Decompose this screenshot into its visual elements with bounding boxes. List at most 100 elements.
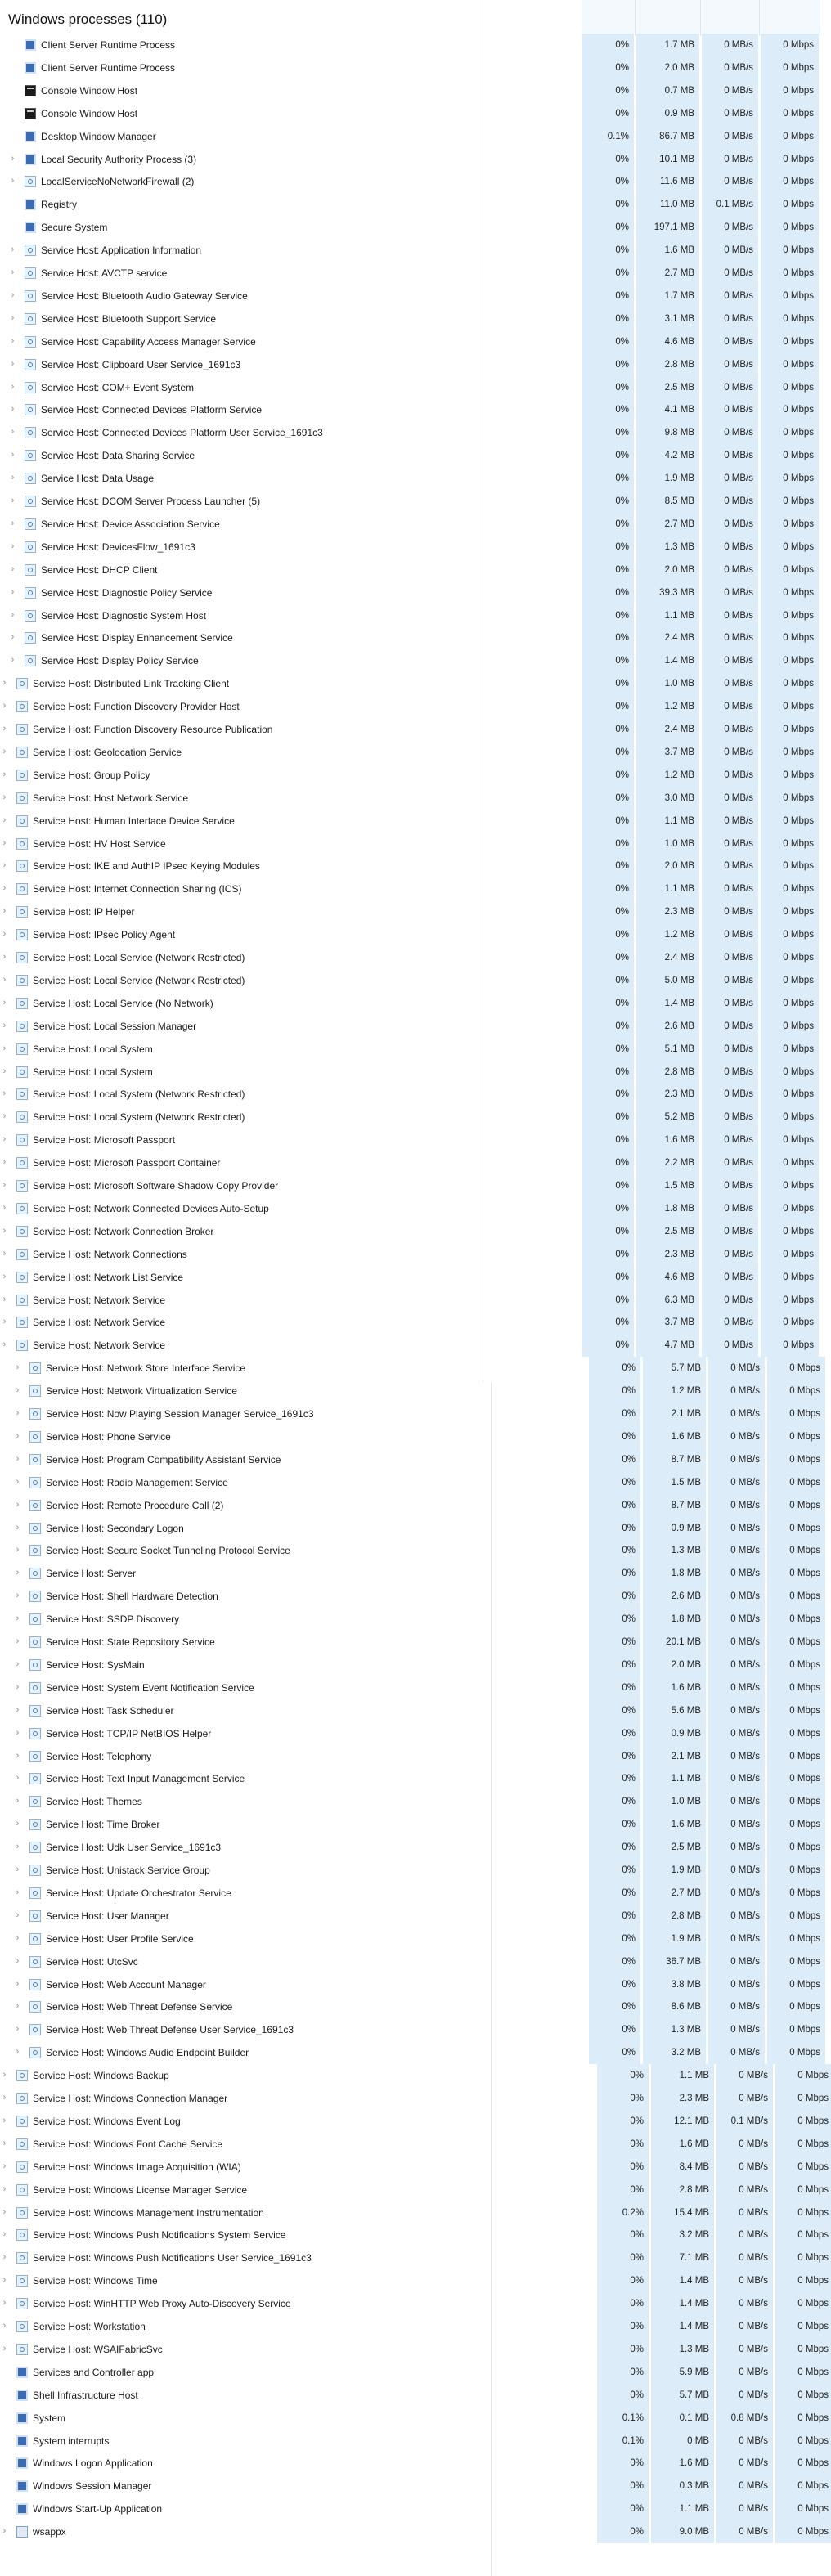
chevron-right-icon[interactable] — [2, 908, 7, 913]
chevron-right-icon[interactable] — [10, 520, 16, 526]
process-row[interactable]: Service Host: Web Threat Defense User Se… — [0, 2018, 831, 2041]
process-row[interactable]: Service Host: Display Policy Service 0%1.… — [0, 649, 831, 672]
chevron-right-icon[interactable] — [10, 384, 16, 389]
process-row[interactable]: wsappx 0%9.0 MB0 MB/s0 Mbps — [0, 2520, 831, 2543]
chevron-right-icon[interactable] — [2, 1113, 7, 1119]
chevron-right-icon[interactable] — [15, 1912, 20, 1918]
chevron-right-icon[interactable] — [2, 680, 7, 685]
process-row[interactable]: Service Host: Task Scheduler 0%5.6 MB0 MB… — [0, 1699, 831, 1722]
process-row[interactable]: Service Host: HV Host Service0%1.0 MB0 M… — [0, 832, 831, 855]
chevron-right-icon[interactable] — [2, 885, 7, 891]
process-row[interactable]: Secure System 0% 197.1 MB 0 MB/s 0 Mbps — [0, 216, 831, 239]
process-row[interactable]: Service Host: Workstation 0%1.4 MB0 MB/s0… — [0, 2315, 831, 2338]
chevron-right-icon[interactable] — [2, 2231, 7, 2237]
process-row[interactable]: Service Host: Device Association Service… — [0, 513, 831, 536]
process-row[interactable]: Windows Logon Application 0% 1.6 MB 0 MB/s 0… — [0, 2452, 831, 2475]
process-row[interactable]: Service Host: Connected Devices Platform… — [0, 398, 831, 421]
chevron-right-icon[interactable] — [2, 2186, 7, 2192]
chevron-right-icon[interactable] — [15, 1775, 20, 1780]
process-row[interactable]: Service Host: Network List Service 0%4.6 … — [0, 1266, 831, 1289]
process-row[interactable]: Windows Start-Up Application 0% 1.1 MB 0 MB… — [0, 2497, 831, 2520]
chevron-right-icon[interactable] — [2, 702, 7, 708]
chevron-right-icon[interactable] — [2, 1090, 7, 1096]
chevron-right-icon[interactable] — [2, 1159, 7, 1165]
process-row[interactable]: Service Host: Bluetooth Support Service 0… — [0, 307, 831, 330]
chevron-right-icon[interactable] — [10, 451, 16, 457]
process-row[interactable]: Service Host: Windows Time 0%1.4 MB0 MB/s… — [0, 2269, 831, 2292]
process-row[interactable]: Service Host: Windows Audio Endpoint Bui… — [0, 2041, 831, 2064]
process-row[interactable]: Service Host: Data Sharing Service 0%4.2 … — [0, 444, 831, 467]
chevron-right-icon[interactable] — [2, 2209, 7, 2215]
process-row[interactable]: LocalServiceNoNetworkFirewall (2) 0%11.6 … — [0, 170, 831, 193]
chevron-right-icon[interactable] — [15, 1935, 20, 1941]
process-row[interactable]: Service Host: State Repository Service 0%… — [0, 1631, 831, 1654]
process-row[interactable]: Service Host: Group Policy 0%1.2 MB0 MB/s… — [0, 764, 831, 787]
process-row[interactable]: Service Host: Display Enhancement Servic… — [0, 626, 831, 649]
chevron-right-icon[interactable] — [15, 1820, 20, 1826]
process-row[interactable]: Service Host: UtcSvc 0%36.7 MB0 MB/s0 Mbp… — [0, 1950, 831, 1973]
process-row[interactable]: Service Host: IP Helper 0%2.3 MB0 MB/s0 M… — [0, 900, 831, 923]
chevron-right-icon[interactable] — [2, 1273, 7, 1279]
chevron-right-icon[interactable] — [15, 1433, 20, 1438]
chevron-right-icon[interactable] — [10, 474, 16, 480]
process-row[interactable]: Service Host: Geolocation Service 0%3.7 M… — [0, 741, 831, 764]
process-row[interactable]: Service Host: Windows Font Cache Service… — [0, 2133, 831, 2156]
process-row[interactable]: Service Host: Microsoft Passport 0%1.6 MB… — [0, 1129, 831, 1151]
chevron-right-icon[interactable] — [15, 1889, 20, 1895]
process-row[interactable]: Service Host: WinHTTP Web Proxy Auto-Dis… — [0, 2292, 831, 2315]
chevron-right-icon[interactable] — [2, 931, 7, 936]
chevron-right-icon[interactable] — [2, 1068, 7, 1074]
process-row[interactable]: System 0.1% 0.1 MB 0.8 MB/s 0 Mbps — [0, 2407, 831, 2430]
process-row[interactable]: Service Host: Application Information 0%1… — [0, 239, 831, 262]
chevron-right-icon[interactable] — [15, 1364, 20, 1370]
chevron-right-icon[interactable] — [10, 429, 16, 434]
process-row[interactable]: Desktop Window Manager 0.1% 86.7 MB 0 MB/s 0… — [0, 125, 831, 148]
process-row[interactable]: Service Host: Now Playing Session Manage… — [0, 1402, 831, 1425]
chevron-right-icon[interactable] — [2, 1227, 7, 1233]
chevron-right-icon[interactable] — [15, 1661, 20, 1667]
chevron-right-icon[interactable] — [10, 634, 16, 640]
chevron-right-icon[interactable] — [2, 2117, 7, 2123]
chevron-right-icon[interactable] — [2, 999, 7, 1005]
process-row[interactable]: Service Host: Windows Connection Manager… — [0, 2087, 831, 2110]
chevron-right-icon[interactable] — [15, 1615, 20, 1621]
chevron-right-icon[interactable] — [15, 1410, 20, 1416]
process-row[interactable]: Service Host: Local System (Network Rest… — [0, 1083, 831, 1106]
chevron-right-icon[interactable] — [2, 1341, 7, 1347]
process-row[interactable]: Service Host: TCP/IP NetBIOS Helper 0%0.9… — [0, 1722, 831, 1745]
process-row[interactable]: Service Host: Distributed Link Tracking … — [0, 672, 831, 695]
chevron-right-icon[interactable] — [15, 1958, 20, 1963]
process-row[interactable]: Service Host: Bluetooth Audio Gateway Se… — [0, 285, 831, 307]
process-row[interactable]: Service Host: Network Connected Devices … — [0, 1197, 831, 1220]
process-row[interactable]: Service Host: Update Orchestrator Servic… — [0, 1882, 831, 1905]
process-row[interactable]: Service Host: SysMain 0%2.0 MB0 MB/s0 Mbp… — [0, 1654, 831, 1676]
chevron-right-icon[interactable] — [2, 2322, 7, 2328]
chevron-right-icon[interactable] — [15, 2026, 20, 2031]
process-row[interactable]: Service Host: Text Input Management Serv… — [0, 1767, 831, 1790]
process-row[interactable]: Service Host: SSDP Discovery 0%1.8 MB0 MB… — [0, 1608, 831, 1631]
chevron-right-icon[interactable] — [2, 771, 7, 777]
chevron-right-icon[interactable] — [2, 1296, 7, 1302]
process-row[interactable]: Service Host: Remote Procedure Call (2) 0… — [0, 1494, 831, 1517]
chevron-right-icon[interactable] — [2, 2254, 7, 2260]
process-row[interactable]: Service Host: Shell Hardware Detection 0%… — [0, 1585, 831, 1608]
process-row[interactable]: Service Host: Network Service0%4.7 MB0 M… — [0, 1334, 831, 1357]
chevron-right-icon[interactable] — [2, 2277, 7, 2282]
process-row[interactable]: Service Host: Local System (Network Rest… — [0, 1106, 831, 1129]
process-row[interactable]: Service Host: DevicesFlow_1691c3 0%1.3 MB… — [0, 536, 831, 559]
chevron-right-icon[interactable] — [2, 1205, 7, 1210]
process-row[interactable]: Service Host: Secure Socket Tunneling Pr… — [0, 1539, 831, 1562]
memory-column-header[interactable] — [636, 0, 701, 36]
process-row[interactable]: Console Window Host 0% 0.9 MB 0 MB/s 0 Mbps — [0, 102, 831, 125]
process-row[interactable]: Service Host: Radio Management Service 0%… — [0, 1471, 831, 1494]
chevron-right-icon[interactable] — [10, 657, 16, 662]
process-row[interactable]: Service Host: Unistack Service Group 0%1.… — [0, 1859, 831, 1882]
process-row[interactable]: Service Host: Secondary Logon0%0.9 MB0 M… — [0, 1517, 831, 1540]
chevron-right-icon[interactable] — [2, 725, 7, 731]
chevron-right-icon[interactable] — [10, 612, 16, 617]
process-row[interactable]: Service Host: Program Compatibility Assi… — [0, 1448, 831, 1471]
chevron-right-icon[interactable] — [10, 177, 16, 183]
process-row[interactable]: Service Host: Network Service0%3.7 MB0 M… — [0, 1311, 831, 1334]
process-row[interactable]: Service Host: Windows Event Log 0%12.1 MB… — [0, 2110, 831, 2133]
process-row[interactable]: Service Host: Network Connection Broker 0… — [0, 1220, 831, 1243]
